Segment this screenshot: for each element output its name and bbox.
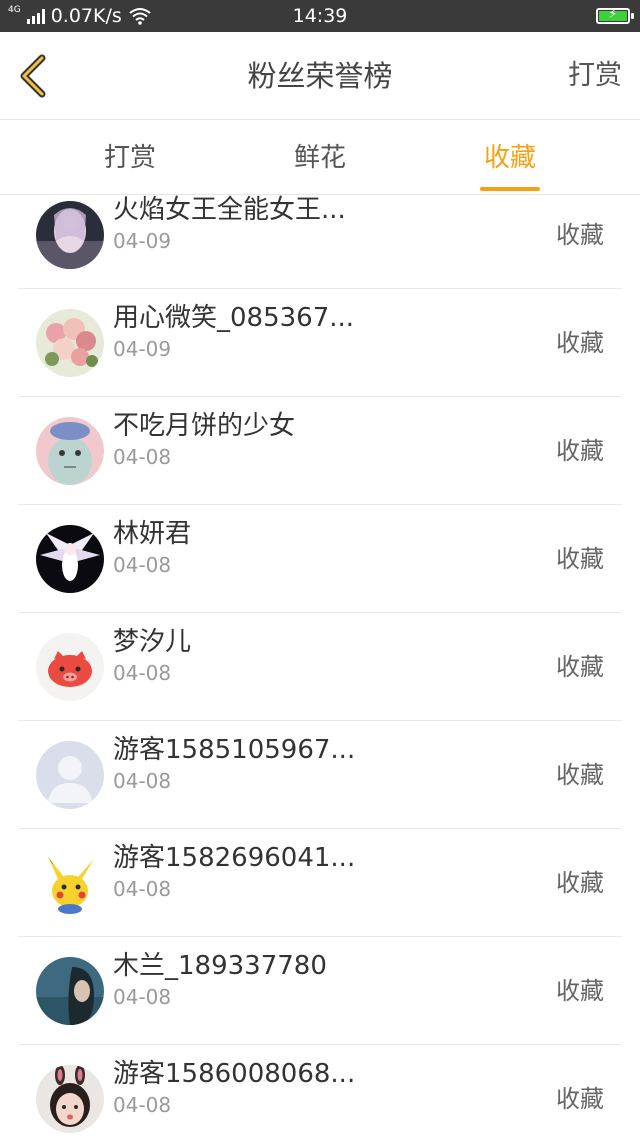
action-label: 收藏 [556,869,604,897]
list-item[interactable]: 不吃月饼的少女 04-08 收藏 [18,397,622,505]
action-label: 收藏 [556,329,604,357]
status-bar: 4G 0.07K/s 14:39 ⚡ [0,0,640,32]
red-pig-avatar [36,633,104,701]
favorite-date: 04-08 [113,553,172,577]
girl-bunny-ears-avatar [36,1065,104,1133]
action-label: 收藏 [556,1085,604,1113]
list-item[interactable]: 游客1582696041... 04-08 收藏 [18,829,622,937]
pikachu-avatar [36,849,104,917]
user-name: 木兰_189337780 [113,951,327,981]
tab-flowers[interactable]: 鲜花 [260,121,380,195]
action-label: 收藏 [556,545,604,573]
fan-list[interactable]: 火焰女王全能女王... 04-09 收藏 用心微笑_085367... 04-0… [0,195,640,1138]
tab-tip[interactable]: 打赏 [70,121,190,195]
user-name: 游客1586008068... [113,1059,356,1089]
user-name: 火焰女王全能女王... [113,195,346,225]
favorite-date: 04-08 [113,445,172,469]
portrait-photo-avatar [36,957,104,1025]
favorite-date: 04-09 [113,337,172,361]
list-item[interactable]: 火焰女王全能女王... 04-09 收藏 [18,195,622,289]
favorite-date: 04-08 [113,1093,172,1117]
header-bar: 粉丝荣誉榜 打赏 [0,32,640,120]
page-title: 粉丝荣誉榜 [247,59,393,93]
status-time: 14:39 [292,5,348,27]
default-user-avatar [36,741,104,809]
user-name: 不吃月饼的少女 [113,411,296,441]
action-label: 收藏 [556,221,604,249]
white-fox-avatar [36,525,104,593]
list-item[interactable]: 木兰_189337780 04-08 收藏 [18,937,622,1045]
list-item[interactable]: 游客1585105967... 04-08 收藏 [18,721,622,829]
action-label: 收藏 [556,437,604,465]
anime-girl-avatar [36,201,104,269]
list-item[interactable]: 林妍君 04-08 收藏 [18,505,622,613]
tab-favorites-label: 收藏 [483,143,536,173]
action-label: 收藏 [556,977,604,1005]
action-label: 收藏 [556,653,604,681]
tip-button[interactable]: 打赏 [568,32,622,120]
favorite-date: 04-09 [113,229,172,253]
user-name: 梦汐儿 [113,627,192,657]
list-item[interactable]: 游客1586008068... 04-08 收藏 [18,1045,622,1138]
favorite-date: 04-08 [113,985,172,1009]
active-tab-indicator [480,187,540,191]
list-item[interactable]: 梦汐儿 04-08 收藏 [18,613,622,721]
user-name: 林妍君 [113,519,192,549]
favorite-date: 04-08 [113,877,172,901]
flowers-avatar [36,309,104,377]
user-name: 游客1585105967... [113,735,356,765]
action-label: 收藏 [556,761,604,789]
favorite-date: 04-08 [113,661,172,685]
list-item[interactable]: 用心微笑_085367... 04-09 收藏 [18,289,622,397]
battery-charging-icon: ⚡ [596,7,634,24]
cartoon-character-avatar [36,417,104,485]
tab-bar: 打赏 鲜花 收藏 [0,121,640,195]
user-name: 游客1582696041... [113,843,356,873]
tab-favorites[interactable]: 收藏 [450,121,570,195]
user-name: 用心微笑_085367... [113,303,355,333]
favorite-date: 04-08 [113,769,172,793]
